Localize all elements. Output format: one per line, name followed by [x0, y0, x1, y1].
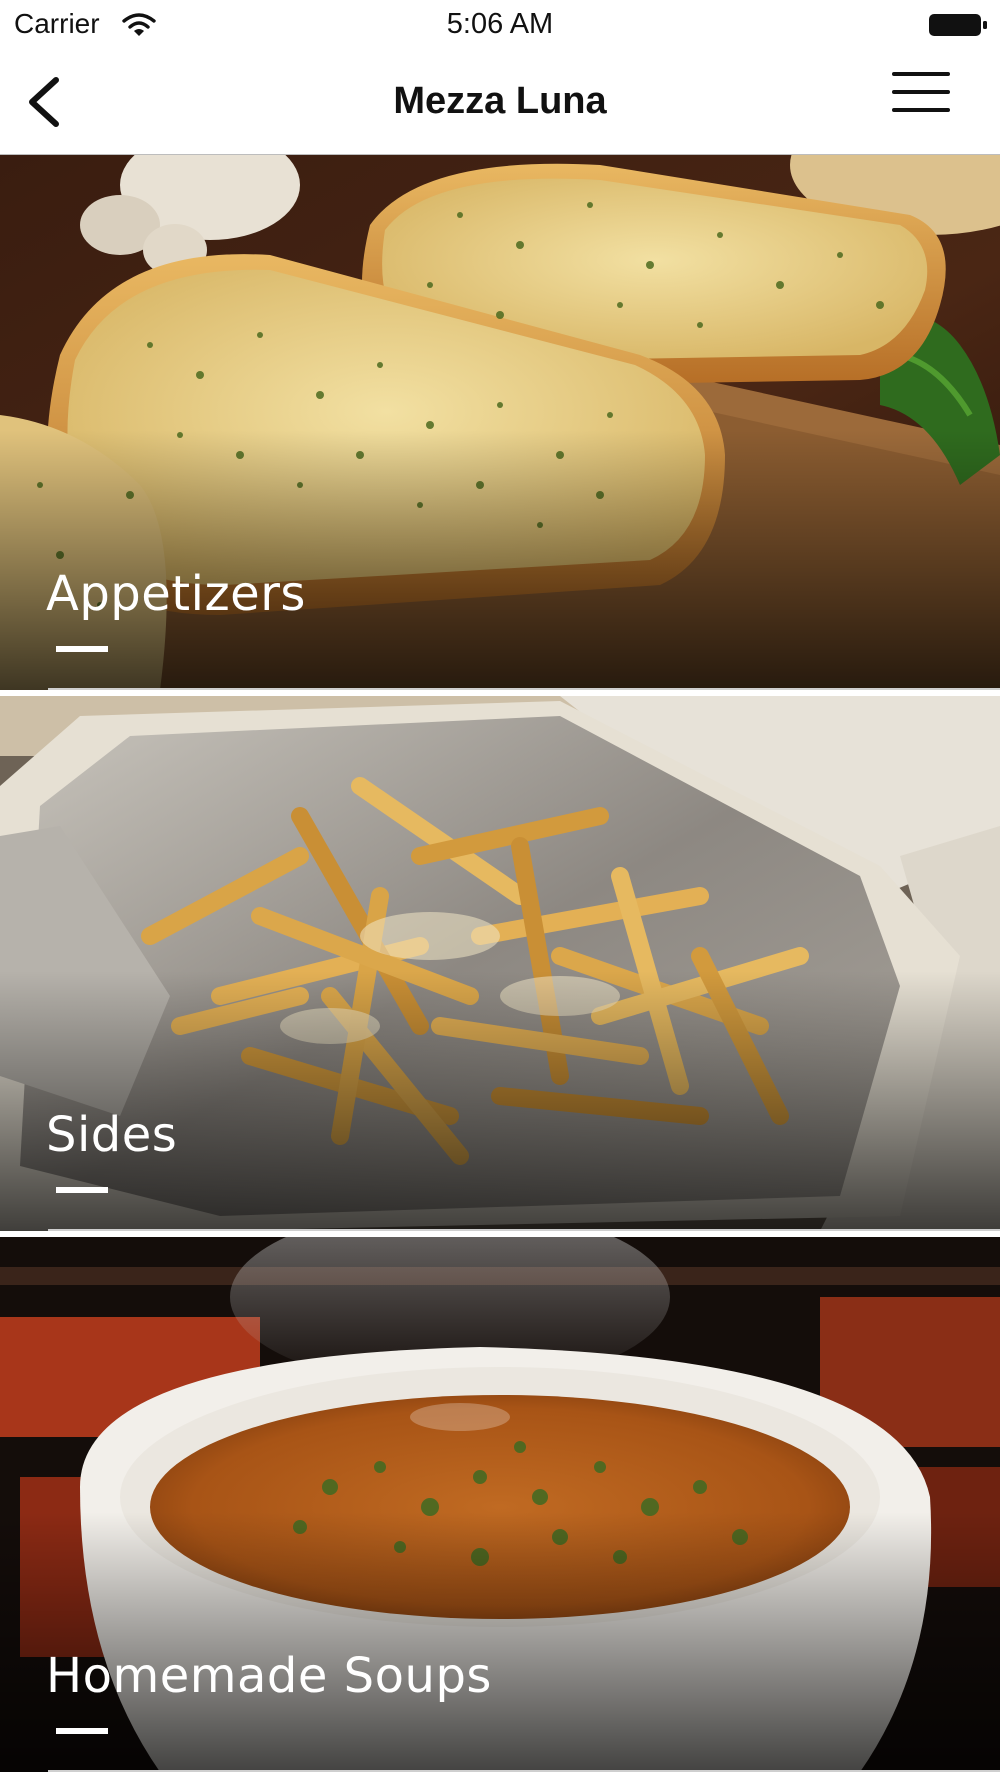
status-time: 5:06 AM	[446, 8, 554, 40]
category-homemade-soups[interactable]: Homemade Soups	[0, 1237, 1000, 1772]
category-appetizers[interactable]: Appetizers	[0, 155, 1000, 690]
category-sides[interactable]: Sides	[0, 696, 1000, 1231]
category-label: Sides	[46, 1107, 178, 1163]
category-label: Homemade Soups	[46, 1648, 492, 1704]
status-bar: Carrier 5:06 AM	[0, 0, 1000, 50]
category-underline	[56, 1728, 108, 1734]
battery-icon	[929, 14, 987, 36]
category-underline	[56, 646, 108, 652]
page-title: Mezza Luna	[393, 80, 607, 122]
navigation-bar: Mezza Luna	[0, 50, 1000, 155]
divider	[48, 1229, 1000, 1231]
divider	[48, 1770, 1000, 1772]
category-list: Appetizers Sides Homemade Soups	[0, 155, 1000, 1778]
hamburger-menu-icon[interactable]	[886, 64, 956, 124]
category-label: Appetizers	[46, 566, 306, 622]
divider	[48, 688, 1000, 690]
category-underline	[56, 1187, 108, 1193]
